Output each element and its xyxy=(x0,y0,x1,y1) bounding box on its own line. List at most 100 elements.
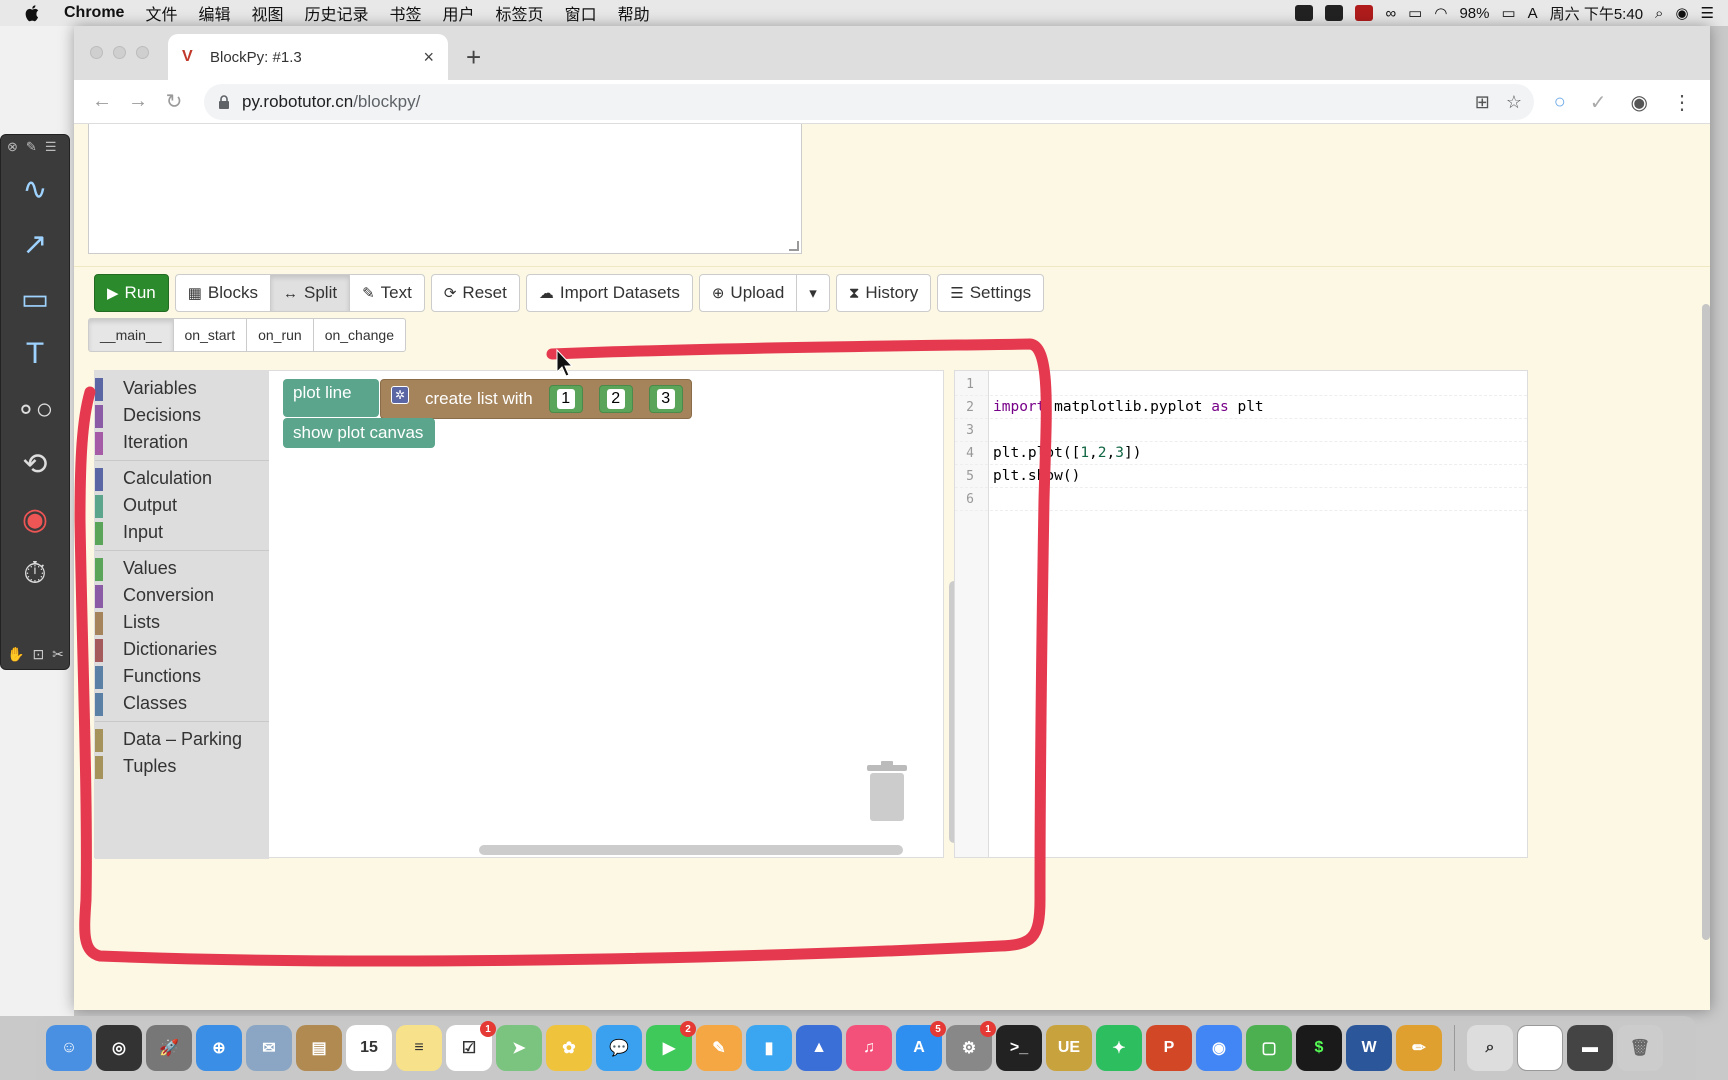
toolbox-category-data-parking[interactable]: Data – Parking xyxy=(95,726,269,753)
crop-tool-icon[interactable]: ⊡ xyxy=(32,646,44,663)
clock[interactable]: 周六 下午5:40 xyxy=(1550,3,1643,24)
show-plot-canvas-block[interactable]: show plot canvas xyxy=(283,418,435,448)
run-button[interactable]: ▶ Run xyxy=(94,274,169,312)
mail-icon[interactable]: ✉ xyxy=(246,1025,292,1071)
forward-arrow-icon[interactable]: → xyxy=(120,90,156,113)
text-view-button[interactable]: ✎ Text xyxy=(349,274,425,312)
powerpoint-icon[interactable]: P xyxy=(1146,1025,1192,1071)
number-block[interactable]: 3 xyxy=(648,385,683,413)
minimize-window-button[interactable] xyxy=(113,46,126,59)
window-thumbnail-icon[interactable] xyxy=(1517,1025,1563,1071)
hand-tool-icon[interactable]: ✋ xyxy=(7,646,24,663)
code-line[interactable]: 1 xyxy=(955,373,1527,396)
menu-bookmarks[interactable]: 书签 xyxy=(390,1,422,25)
launchpad-icon[interactable]: 🚀 xyxy=(146,1025,192,1071)
messages-icon[interactable]: 💬 xyxy=(596,1025,642,1071)
pages-icon[interactable]: ✎ xyxy=(696,1025,742,1071)
reminders-icon[interactable]: ☑ 1 xyxy=(446,1021,496,1071)
minimized-window-icon[interactable]: ▬ xyxy=(1567,1025,1613,1071)
profile-avatar-icon[interactable]: ◉ xyxy=(1631,90,1648,115)
toolbox-category-values[interactable]: Values xyxy=(95,555,269,582)
create-list-block[interactable]: ✲ create list with 1 2 3 xyxy=(380,379,692,419)
notification-center-icon[interactable]: ☰ xyxy=(1701,4,1714,22)
toolbox-category-tuples[interactable]: Tuples xyxy=(95,753,269,780)
blockly-workspace[interactable]: Variables Decisions Iteration Calculatio… xyxy=(94,370,959,859)
code-line[interactable]: 3 xyxy=(955,419,1527,442)
video-tray-icon[interactable] xyxy=(1355,5,1374,21)
toolbox-category-iteration[interactable]: Iteration xyxy=(95,429,269,456)
instructions-textarea[interactable] xyxy=(88,124,802,254)
rectangle-tool-icon[interactable]: ▭ xyxy=(12,276,58,322)
text-tool-icon[interactable]: T xyxy=(12,331,58,377)
siri-icon[interactable]: ◉ xyxy=(1675,4,1688,22)
spotlight-search-icon[interactable]: ⌕ xyxy=(1655,5,1663,22)
workspace-horizontal-scrollbar[interactable] xyxy=(479,845,903,855)
facetime-icon[interactable]: ▶ 2 xyxy=(646,1021,696,1071)
camtasia-icon[interactable]: ▢ xyxy=(1246,1025,1292,1071)
display-icon[interactable]: ▭ xyxy=(1408,4,1422,22)
menu-app-name[interactable]: Chrome xyxy=(64,4,124,22)
history-button[interactable]: ⧗ History xyxy=(835,274,932,312)
menu-people[interactable]: 用户 xyxy=(443,1,475,25)
menu-edit[interactable]: 编辑 xyxy=(198,1,230,25)
pencil-app-icon[interactable]: ✏ xyxy=(1396,1025,1442,1071)
split-view-button[interactable]: ↔ Split xyxy=(270,274,351,312)
toolbox-category-conversion[interactable]: Conversion xyxy=(95,582,269,609)
toolbox-category-functions[interactable]: Functions xyxy=(95,663,269,690)
translate-icon[interactable]: ⊞ xyxy=(1475,92,1490,113)
siri-icon[interactable]: ◎ xyxy=(96,1025,142,1071)
input-source-icon[interactable]: A xyxy=(1528,5,1538,22)
ultraedit-icon[interactable]: UE xyxy=(1046,1025,1092,1071)
system-preferences-icon[interactable]: ⚙ 1 xyxy=(946,1021,996,1071)
palette-close-icon[interactable]: ⊗ xyxy=(7,139,18,154)
arrow-tool-icon[interactable]: ↗ xyxy=(12,221,58,267)
code-line[interactable]: 2 import matplotlib.pyplot as plt xyxy=(955,396,1527,419)
highlighter-tool-icon[interactable]: ∘○ xyxy=(12,386,58,432)
evernote-icon[interactable]: ✦ xyxy=(1096,1025,1142,1071)
toolbox-category-lists[interactable]: Lists xyxy=(95,609,269,636)
code-line[interactable]: 6 xyxy=(955,488,1527,511)
toolbox-category-calculation[interactable]: Calculation xyxy=(95,465,269,492)
menu-file[interactable]: 文件 xyxy=(145,1,177,25)
reload-icon[interactable]: ↻ xyxy=(156,89,192,114)
tab-on-change[interactable]: on_change xyxy=(312,318,406,352)
toolbox-category-variables[interactable]: Variables xyxy=(95,375,269,402)
freehand-pen-icon[interactable]: ∿ xyxy=(12,166,58,212)
menu-help[interactable]: 帮助 xyxy=(618,1,650,25)
number-field[interactable]: 2 xyxy=(606,389,625,409)
timer-icon[interactable]: ⏱ xyxy=(12,551,58,597)
tab-on-run[interactable]: on_run xyxy=(246,318,314,352)
bookmark-star-icon[interactable]: ☆ xyxy=(1506,92,1522,113)
toolbox-category-input[interactable]: Input xyxy=(95,519,269,546)
notes-icon[interactable]: ≡ xyxy=(396,1025,442,1071)
palette-menu-icon[interactable]: ☰ xyxy=(45,139,57,154)
toolbox-category-decisions[interactable]: Decisions xyxy=(95,402,269,429)
calendar-icon[interactable]: 15 xyxy=(346,1025,392,1071)
toolbox-category-dictionaries[interactable]: Dictionaries xyxy=(95,636,269,663)
number-field[interactable]: 3 xyxy=(656,389,675,409)
menu-window[interactable]: 窗口 xyxy=(565,1,597,25)
reset-button[interactable]: ⟳ Reset xyxy=(430,274,520,312)
safari-icon[interactable]: ⊕ xyxy=(196,1025,242,1071)
wifi-icon[interactable]: ◠ xyxy=(1434,4,1447,22)
tab-on-start[interactable]: on_start xyxy=(172,318,248,352)
tab-blockpy[interactable]: V BlockPy: #1.3 × xyxy=(168,34,448,80)
close-window-button[interactable] xyxy=(90,46,103,59)
contacts-icon[interactable]: ▤ xyxy=(296,1025,342,1071)
evernote-tray-icon[interactable] xyxy=(1325,5,1344,21)
resize-grip-icon[interactable] xyxy=(789,241,799,251)
blocks-view-button[interactable]: ▦ Blocks xyxy=(174,274,271,312)
preview-icon[interactable]: ⌕ xyxy=(1467,1025,1513,1071)
menu-view[interactable]: 视图 xyxy=(251,1,283,25)
keynote-icon[interactable]: ▲ xyxy=(796,1025,842,1071)
number-block[interactable]: 2 xyxy=(598,385,633,413)
upload-button[interactable]: ⊕ Upload xyxy=(698,274,798,312)
creative-cloud-icon[interactable]: ∞ xyxy=(1385,5,1396,22)
code-line[interactable]: 4 plt.plot([1,2,3]) xyxy=(955,442,1527,465)
lock-icon[interactable] xyxy=(218,95,230,109)
extension-check-icon[interactable]: ✓ xyxy=(1590,90,1607,115)
toolbox-category-classes[interactable]: Classes xyxy=(95,690,269,717)
import-datasets-button[interactable]: ☁ Import Datasets xyxy=(525,274,693,312)
tab-close-icon[interactable]: × xyxy=(423,47,434,68)
plot-line-block[interactable]: plot line xyxy=(283,379,379,417)
